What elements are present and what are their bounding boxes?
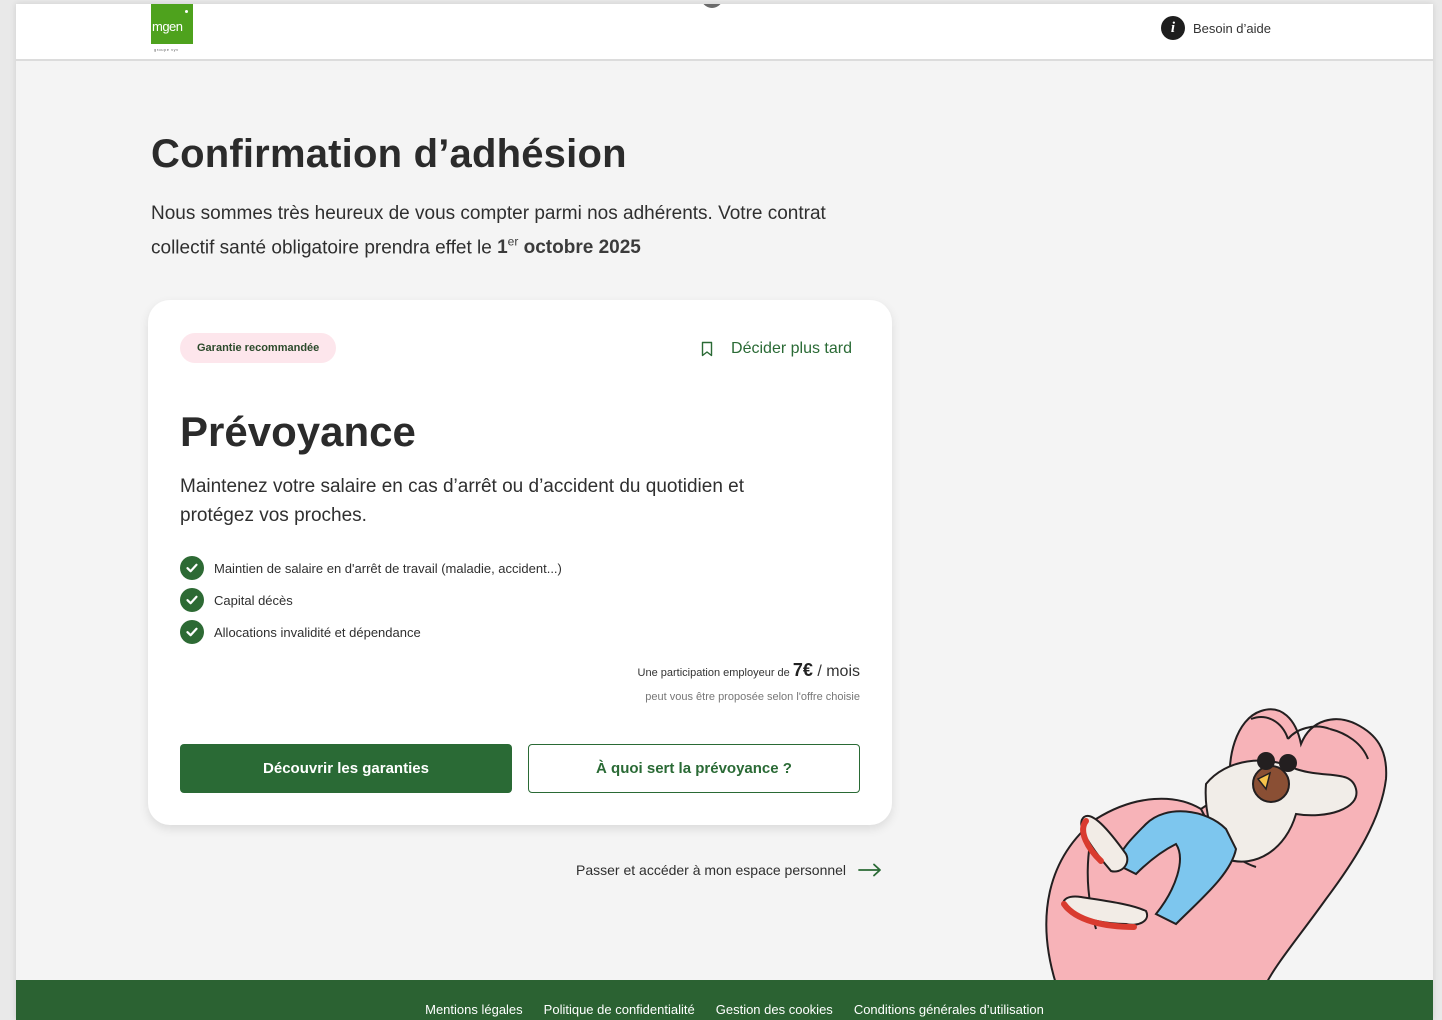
contribution-note: peut vous être proposée selon l'offre ch… [645,691,860,703]
check-circle-icon [180,620,204,644]
effective-day: 1 [497,237,508,259]
effective-day-suffix: er [507,235,519,249]
relaxing-person-illustration [1045,708,1388,985]
contribution-prefix: Une participation employeur de [637,667,793,679]
arrow-right-icon [858,863,881,877]
logo-subtitle: groupe vyv [154,47,179,52]
discover-guarantees-button[interactable]: Découvrir les garanties [180,744,512,793]
employer-contribution: Une participation employeur de 7€ / mois… [638,660,860,703]
decide-later-label: Décider plus tard [731,340,852,357]
feature-label: Maintien de salaire en d'arrêt de travai… [214,560,562,576]
skip-to-personal-space-link[interactable]: Passer et accéder à mon espace personnel [576,862,882,878]
contribution-line: Une participation employeur de 7€ / mois [638,660,860,681]
intro-sentence: Nous sommes très heureux de vous compter… [151,203,826,259]
bookmark-icon [701,341,713,357]
feature-item: Maintien de salaire en d'arrêt de travai… [180,552,562,584]
feature-item: Capital décès [180,584,562,616]
feature-item: Allocations invalidité et dépendance [180,616,562,648]
help-label: Besoin d’aide [1192,20,1271,36]
skip-label: Passer et accéder à mon espace personnel [576,862,847,878]
contribution-amount: 7€ [792,660,813,680]
footer: Mentions légales Politique de confidenti… [16,980,1433,1020]
page-title: Confirmation d’adhésion [151,132,627,176]
footer-link-privacy[interactable]: Politique de confidentialité [544,1002,695,1020]
contribution-unit: / mois [812,663,860,680]
window-handle-top [701,4,723,8]
footer-link-legal[interactable]: Mentions légales [425,1002,523,1020]
top-header: mgen groupe vyv i Besoin d’aide [16,4,1433,61]
browser-window: mgen groupe vyv i Besoin d’aide Confirma… [16,4,1433,1020]
mgen-logo[interactable]: mgen groupe vyv [151,4,193,54]
check-circle-icon [180,556,204,580]
help-link[interactable]: i Besoin d’aide [1160,16,1271,40]
feature-label: Capital décès [214,592,293,608]
footer-link-cookies[interactable]: Gestion des cookies [716,1002,833,1020]
decide-later-button[interactable]: Décider plus tard [701,340,852,358]
what-is-prevoyance-button[interactable]: À quoi sert la prévoyance ? [528,744,860,793]
footer-link-terms[interactable]: Conditions générales d’utilisation [854,1002,1044,1020]
info-icon: i [1160,16,1185,40]
effective-date: 1er octobre 2025 [497,235,641,259]
prevoyance-card: Garantie recommandée Décider plus tard P… [148,300,892,825]
logo-mark: mgen [151,4,193,44]
card-description: Maintenez votre salaire en cas d’arrêt o… [180,476,745,526]
check-circle-icon [180,588,204,612]
intro-text: Nous sommes très heureux de vous compter… [151,200,891,262]
feature-list: Maintien de salaire en d'arrêt de travai… [180,552,562,648]
card-title: Prévoyance [180,408,416,455]
effective-month-year: octobre 2025 [518,237,641,259]
feature-label: Allocations invalidité et dépendance [214,624,421,640]
recommended-badge: Garantie recommandée [180,333,337,363]
